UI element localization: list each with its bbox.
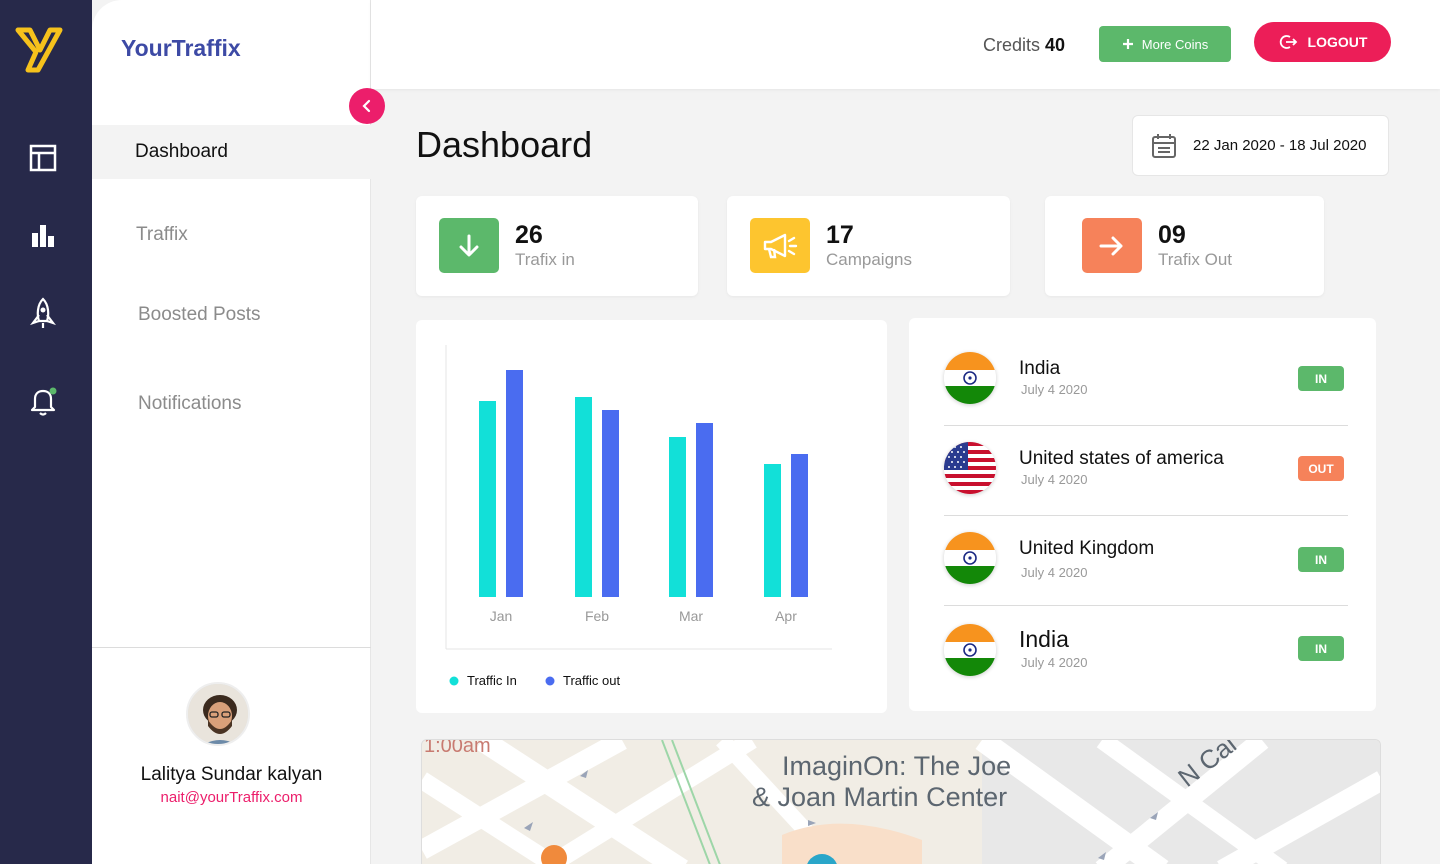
status-badge: IN — [1298, 366, 1344, 391]
list-item[interactable]: India July 4 2020 IN — [944, 606, 1348, 696]
more-coins-button[interactable]: More Coins — [1099, 26, 1231, 62]
india-flag-icon — [944, 352, 996, 404]
status-badge: IN — [1298, 547, 1344, 572]
bar-chart-icon[interactable] — [26, 218, 60, 252]
stat-value: 26 — [515, 221, 543, 249]
user-name: Lalitya Sundar kalyan — [140, 764, 323, 785]
status-badge: OUT — [1298, 456, 1344, 481]
arrow-right-icon — [1082, 218, 1142, 273]
stat-card-trafix-out[interactable]: 09 Trafix Out — [1045, 196, 1324, 296]
plus-icon — [1122, 39, 1133, 49]
logout-label: LOGOUT — [1307, 34, 1368, 50]
date-range-picker[interactable]: 22 Jan 2020 - 18 Jul 2020 — [1132, 115, 1389, 176]
chevron-left-icon — [362, 99, 371, 113]
map-label: 1:00am — [424, 740, 491, 757]
legend-swatch — [449, 676, 459, 686]
bar-apr-traffic-in[interactable] — [764, 464, 781, 597]
user-email[interactable]: nait@yourTraffix.com — [92, 789, 371, 806]
map-canvas: 1:00am ImaginOn: The Joe & Joan Martin C… — [422, 740, 1380, 864]
x-tick-label: Jan — [490, 608, 513, 624]
brand-name: YourTraffix — [121, 35, 241, 61]
logo-icon[interactable] — [14, 26, 64, 76]
list-item[interactable]: United states of america July 4 2020 OUT — [944, 426, 1348, 516]
credits-display: Credits 40 — [983, 35, 1065, 56]
calendar-icon — [1152, 133, 1176, 158]
country-name: United Kingdom — [1019, 538, 1155, 559]
country-date: July 4 2020 — [1021, 655, 1088, 670]
x-tick-label: Feb — [585, 608, 609, 624]
stat-value: 09 — [1158, 221, 1186, 249]
sidebar-item-notifications[interactable]: Notifications — [92, 377, 371, 431]
sidebar-item-label: Dashboard — [135, 141, 228, 162]
sidebar-item-dashboard[interactable]: Dashboard — [92, 125, 371, 179]
arrow-down-icon — [439, 218, 499, 273]
sidebar-item-traffix[interactable]: Traffix — [92, 208, 371, 262]
more-coins-label: More Coins — [1141, 36, 1209, 52]
logout-button[interactable]: LOGOUT — [1254, 22, 1391, 62]
sidebar-item-label: Traffix — [136, 224, 188, 245]
usa-flag-icon — [944, 442, 996, 494]
sidebar: YourTraffix Dashboard Traffix Boosted Po… — [92, 0, 385, 864]
india-flag-icon — [944, 532, 996, 584]
bell-icon[interactable] — [26, 384, 60, 418]
credits-value: 40 — [1045, 35, 1066, 55]
country-name: India — [1019, 626, 1069, 652]
dashboard-icon[interactable] — [26, 141, 60, 175]
x-tick-label: Mar — [679, 608, 703, 624]
legend-swatch — [545, 676, 555, 686]
logout-icon — [1279, 35, 1297, 49]
country-name: United states of america — [1019, 448, 1224, 469]
country-name: India — [1019, 358, 1061, 379]
user-profile: Lalitya Sundar kalyan nait@yourTraffix.c… — [92, 647, 371, 864]
country-date: July 4 2020 — [1021, 382, 1088, 397]
collapse-sidebar-button[interactable] — [349, 88, 385, 124]
map-label: ImaginOn: The Joe — [782, 751, 1011, 781]
x-tick-label: Apr — [775, 608, 797, 624]
bar-apr-traffic-out[interactable] — [791, 454, 808, 597]
stat-card-trafix-in[interactable]: 26 Trafix in — [416, 196, 698, 296]
sidebar-item-label: Boosted Posts — [138, 304, 261, 325]
status-badge: IN — [1298, 636, 1344, 661]
bar-feb-traffic-out[interactable] — [602, 410, 619, 597]
bar-jan-traffic-in[interactable] — [479, 401, 496, 597]
country-date: July 4 2020 — [1021, 472, 1088, 487]
india-flag-icon — [944, 624, 996, 676]
megaphone-icon — [750, 218, 810, 273]
country-traffic-list: India July 4 2020 IN United states of am… — [909, 318, 1376, 711]
bar-feb-traffic-in[interactable] — [575, 397, 592, 597]
sidebar-item-boosted-posts[interactable]: Boosted Posts — [92, 288, 371, 342]
bar-jan-traffic-out[interactable] — [506, 370, 523, 597]
credits-label: Credits — [983, 35, 1041, 55]
icon-rail — [0, 0, 92, 864]
stat-label: Trafix Out — [1158, 250, 1232, 269]
stat-card-campaigns[interactable]: 17 Campaigns — [727, 196, 1010, 296]
bar-mar-traffic-out[interactable] — [696, 423, 713, 597]
map-label: & Joan Martin Center — [752, 782, 1007, 812]
map-view[interactable]: 1:00am ImaginOn: The Joe & Joan Martin C… — [421, 739, 1381, 864]
legend-label[interactable]: Traffic In — [467, 673, 517, 688]
stat-value: 17 — [826, 221, 854, 249]
legend-label[interactable]: Traffic out — [563, 673, 620, 688]
traffic-chart-card: Jan Feb Mar Apr Traffic In Traffic out — [416, 320, 887, 713]
date-range-text: 22 Jan 2020 - 18 Jul 2020 — [1193, 137, 1367, 154]
list-item[interactable]: United Kingdom July 4 2020 IN — [944, 516, 1348, 606]
top-header: Credits 40 More Coins LOGOUT — [371, 0, 1440, 89]
stat-label: Trafix in — [515, 250, 575, 269]
avatar[interactable] — [186, 682, 250, 746]
page-title: Dashboard — [416, 124, 593, 165]
rocket-icon[interactable] — [26, 296, 60, 330]
stat-label: Campaigns — [826, 250, 912, 269]
list-item[interactable]: India July 4 2020 IN — [944, 336, 1348, 426]
traffic-bar-chart: Jan Feb Mar Apr Traffic In Traffic out — [445, 345, 832, 688]
country-date: July 4 2020 — [1021, 565, 1088, 580]
bar-mar-traffic-in[interactable] — [669, 437, 686, 597]
sidebar-item-label: Notifications — [138, 393, 242, 414]
